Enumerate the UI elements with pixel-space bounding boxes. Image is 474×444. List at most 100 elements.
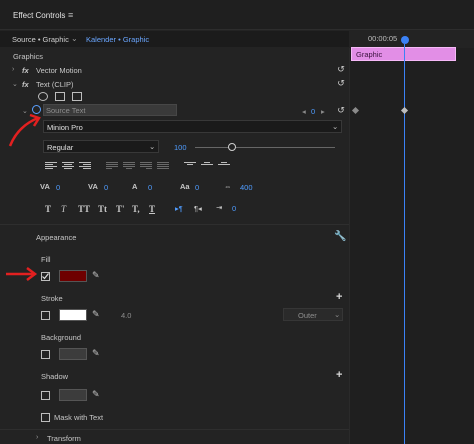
- fx-icon: fx: [22, 66, 29, 75]
- mask-with-text-checkbox[interactable]: [41, 413, 50, 422]
- justify-left-icon[interactable]: [106, 161, 118, 171]
- font-size-slider[interactable]: [195, 147, 335, 148]
- ltr-direction-icon[interactable]: ▸¶: [175, 204, 183, 213]
- stroke-color-swatch[interactable]: [59, 309, 87, 321]
- playhead-line: [404, 44, 405, 444]
- shadow-checkbox[interactable]: [41, 391, 50, 400]
- superscript-button[interactable]: T': [116, 204, 125, 214]
- align-top-icon[interactable]: [184, 161, 196, 171]
- prev-keyframe-icon[interactable]: ◂: [302, 107, 306, 116]
- clip-label: Graphic: [356, 50, 383, 59]
- font-size-value[interactable]: 100: [174, 143, 187, 152]
- justify-center-icon[interactable]: [123, 161, 135, 171]
- rectangle-mask-icon[interactable]: [55, 92, 65, 101]
- shadow-label: Shadow: [41, 372, 69, 381]
- checkmark-icon: [42, 273, 49, 280]
- fill-color-swatch[interactable]: [59, 270, 87, 282]
- underline-button[interactable]: T: [149, 204, 155, 214]
- effect-vector-motion[interactable]: Vector Motion: [36, 66, 82, 75]
- add-shadow-button[interactable]: +: [336, 369, 342, 381]
- chevron-down-icon[interactable]: ⌄: [12, 80, 18, 88]
- reset-icon[interactable]: ↺: [336, 64, 346, 74]
- ellipse-mask-icon[interactable]: [38, 92, 48, 101]
- stroke-position-select[interactable]: Outer ⌄: [283, 308, 343, 321]
- eyedropper-icon[interactable]: ✎: [92, 348, 100, 359]
- faux-italic-button[interactable]: T: [61, 204, 66, 214]
- tsume-value[interactable]: 400: [240, 183, 253, 192]
- align-middle-icon[interactable]: [201, 161, 213, 171]
- rtl-direction-icon[interactable]: ¶◂: [194, 204, 202, 213]
- kerning-icon: VA: [88, 182, 98, 191]
- subscript-button[interactable]: T,: [132, 204, 140, 214]
- reset-icon[interactable]: ↺: [336, 105, 346, 115]
- effect-text[interactable]: Text (CLIP): [36, 80, 74, 89]
- chevron-down-icon: ⌄: [332, 122, 339, 131]
- stroke-width-value[interactable]: 4.0: [121, 311, 131, 320]
- font-style-value: Regular: [47, 143, 74, 152]
- font-family-select[interactable]: Minion Pro ⌄: [43, 120, 342, 133]
- chevron-down-icon: ⌄: [334, 310, 341, 319]
- justify-all-icon[interactable]: [157, 161, 169, 171]
- reset-icon[interactable]: ↺: [336, 78, 346, 88]
- tracking-icon: VA: [40, 182, 50, 191]
- add-stroke-button[interactable]: +: [336, 291, 342, 303]
- font-style-select[interactable]: Regular ⌄: [43, 140, 159, 153]
- align-bottom-icon[interactable]: [218, 161, 230, 171]
- baseline-shift-value[interactable]: 0: [195, 183, 199, 192]
- align-left-icon[interactable]: [45, 161, 57, 171]
- hamburger-menu-icon[interactable]: ≡: [68, 10, 73, 20]
- tab-stop-icon: ⇥: [216, 203, 223, 212]
- baseline-shift-icon: Aa: [180, 182, 190, 191]
- fill-checkbox[interactable]: [41, 272, 50, 281]
- chevron-down-icon: ⌄: [149, 142, 156, 151]
- align-center-icon[interactable]: [62, 161, 74, 171]
- tab-stop-value[interactable]: 0: [232, 204, 236, 213]
- all-caps-button[interactable]: TT: [78, 204, 90, 214]
- next-keyframe-icon[interactable]: ▸: [321, 107, 325, 116]
- wrench-icon[interactable]: 🔧: [334, 231, 346, 242]
- chevron-down-icon[interactable]: ⌄: [71, 34, 78, 43]
- eyedropper-icon[interactable]: ✎: [92, 309, 100, 320]
- tsume-icon: ⇔: [224, 182, 232, 191]
- background-checkbox[interactable]: [41, 350, 50, 359]
- effect-controls-window: Effect Controls ≡ Source • Graphic ⌄ Kal…: [0, 0, 474, 444]
- leading-value[interactable]: 0: [148, 183, 152, 192]
- chevron-right-icon[interactable]: ›: [12, 66, 14, 73]
- mask-with-text-label: Mask with Text: [54, 413, 104, 422]
- chevron-right-icon[interactable]: ›: [36, 434, 38, 441]
- eyedropper-icon[interactable]: ✎: [92, 270, 100, 281]
- tab-source[interactable]: Source • Graphic: [12, 35, 69, 44]
- fill-label: Fill: [41, 255, 51, 264]
- divider: [0, 429, 349, 430]
- source-tabs: Source • Graphic ⌄ Kalender • Graphic: [0, 31, 349, 47]
- faux-bold-button[interactable]: T: [45, 204, 51, 214]
- playhead-handle[interactable]: [401, 36, 409, 44]
- fx-icon: fx: [22, 80, 29, 89]
- background-color-swatch[interactable]: [59, 348, 87, 360]
- panel-header: Effect Controls ≡: [0, 0, 474, 30]
- keyframe-counter: 0: [311, 107, 316, 116]
- stroke-checkbox[interactable]: [41, 311, 50, 320]
- font-size-slider-knob[interactable]: [228, 143, 236, 151]
- small-caps-button[interactable]: Tt: [98, 204, 107, 214]
- justify-right-icon[interactable]: [140, 161, 152, 171]
- timeline-area[interactable]: [349, 48, 474, 444]
- eyedropper-icon[interactable]: ✎: [92, 389, 100, 400]
- kerning-value[interactable]: 0: [104, 183, 108, 192]
- transform-section[interactable]: Transform: [47, 434, 81, 443]
- divider: [0, 224, 349, 225]
- leading-icon: A: [132, 182, 138, 191]
- align-right-icon[interactable]: [79, 161, 91, 171]
- tab-sequence[interactable]: Kalender • Graphic: [86, 35, 149, 44]
- stroke-position-value: Outer: [298, 311, 317, 320]
- panel-title: Effect Controls: [13, 11, 66, 20]
- source-text-field[interactable]: Source Text: [43, 104, 177, 116]
- source-text-label: Source Text: [46, 106, 86, 115]
- appearance-heading: Appearance: [36, 233, 77, 242]
- group-graphics: Graphics: [13, 52, 44, 61]
- tracking-value[interactable]: 0: [56, 183, 60, 192]
- shadow-color-swatch[interactable]: [59, 389, 87, 401]
- pen-mask-icon[interactable]: [72, 92, 82, 101]
- background-label: Background: [41, 333, 82, 342]
- annotation-arrow-icon: [6, 267, 38, 281]
